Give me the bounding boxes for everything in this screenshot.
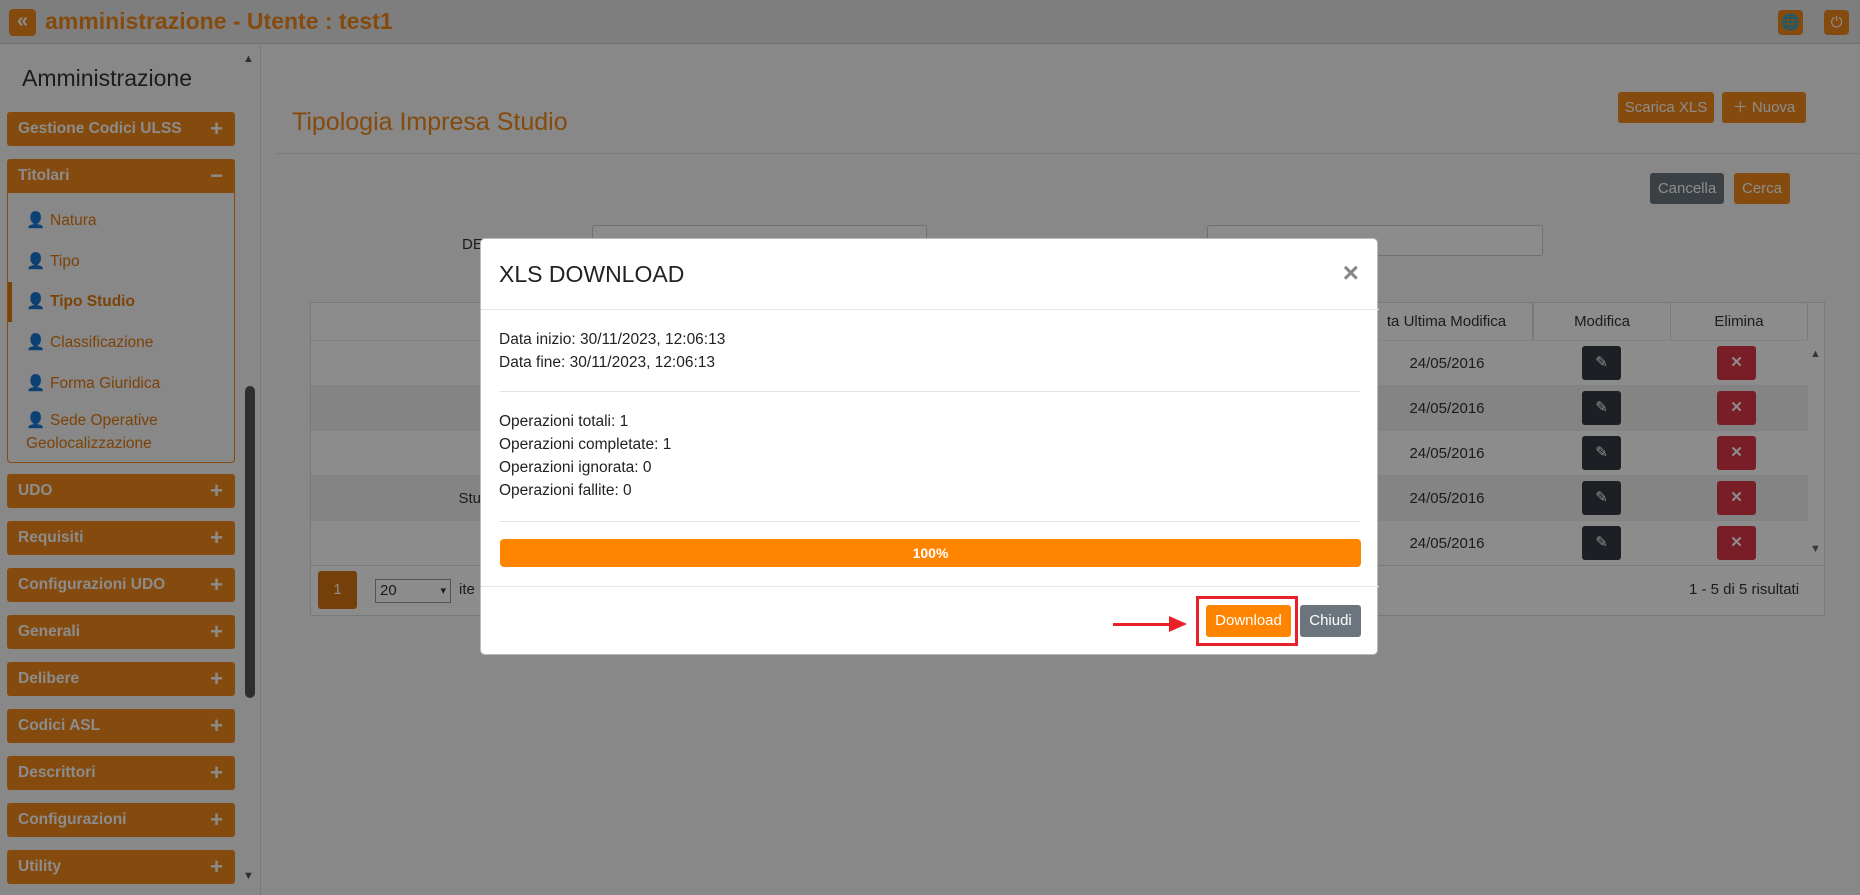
download-button[interactable]: Download <box>1206 605 1291 637</box>
data-fine: Data fine: 30/11/2023, 12:06:13 <box>499 354 716 371</box>
operazioni-totali: Operazioni totali: 1 <box>499 413 629 430</box>
data-inizio: Data inizio: 30/11/2023, 12:06:13 <box>499 331 726 348</box>
arrow-annotation <box>1113 623 1175 626</box>
modal-title: XLS DOWNLOAD <box>499 261 685 287</box>
chiudi-button[interactable]: Chiudi <box>1300 605 1361 637</box>
operazioni-ignorata: Operazioni ignorata: 0 <box>499 459 652 476</box>
arrow-head-icon <box>1169 616 1187 632</box>
operazioni-completate: Operazioni completate: 1 <box>499 436 672 453</box>
xls-download-modal: XLS DOWNLOAD × Data inizio: 30/11/2023, … <box>480 238 1379 655</box>
progress-bar: 100% <box>500 539 1361 567</box>
close-icon[interactable]: × <box>1343 257 1359 289</box>
operazioni-fallite: Operazioni fallite: 0 <box>499 482 632 499</box>
